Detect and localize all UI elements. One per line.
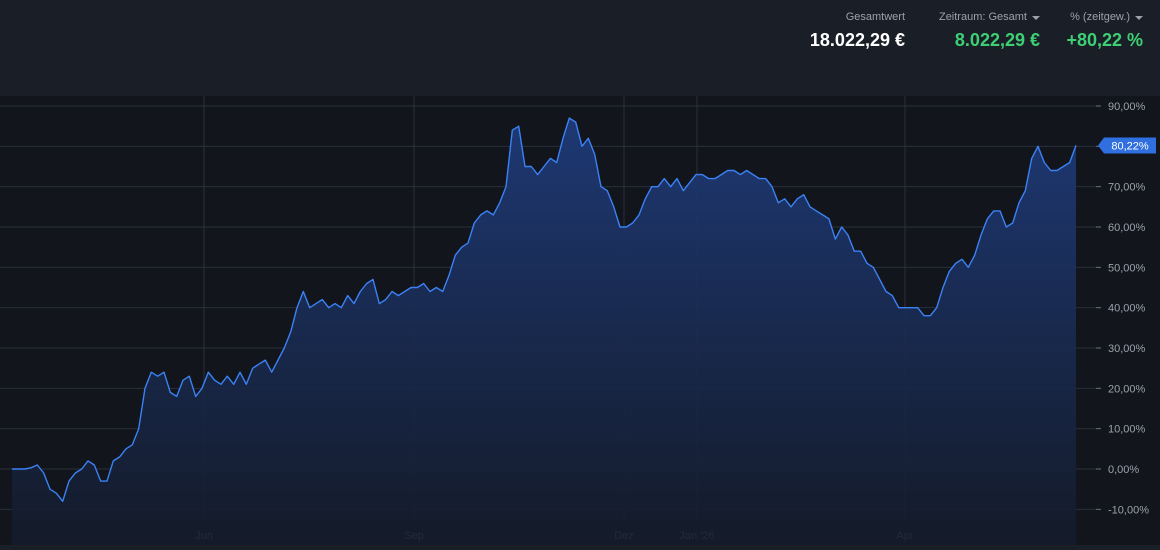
summary-header: Gesamtwert 18.022,29 € Zeitraum: Gesamt … [0, 0, 1160, 96]
current-value-badge: 80,22% [1098, 137, 1156, 154]
y-tick-label: -10,00% [1108, 504, 1149, 516]
period-dropdown[interactable]: Zeitraum: Gesamt [939, 11, 1040, 24]
period-value: 8.022,29 € [954, 30, 1040, 50]
y-tick-label: 30,00% [1108, 343, 1146, 355]
performance-chart[interactable]: 90,00%80,00%70,00%60,00%50,00%40,00%30,0… [0, 96, 1160, 545]
y-tick-label: 20,00% [1108, 383, 1146, 395]
percent-dropdown[interactable]: % (zeitgew.) [1066, 11, 1143, 24]
y-tick-label: 70,00% [1108, 182, 1146, 194]
percent-stat[interactable]: % (zeitgew.) +80,22 % [1066, 11, 1143, 51]
chart-svg[interactable]: 90,00%80,00%70,00%60,00%50,00%40,00%30,0… [0, 96, 1160, 545]
total-value: 18.022,29 € [809, 30, 905, 50]
period-label: Zeitraum: Gesamt [938, 11, 1027, 23]
percent-value: +80,22 % [1066, 30, 1143, 50]
y-tick-label: 10,00% [1108, 424, 1146, 436]
chevron-down-icon[interactable] [1135, 15, 1143, 20]
badge-label: 80,22% [1111, 140, 1149, 152]
y-tick-label: 40,00% [1108, 303, 1146, 315]
total-value-label: Gesamtwert [845, 11, 905, 23]
y-tick-label: 50,00% [1108, 262, 1146, 274]
period-stat[interactable]: Zeitraum: Gesamt 8.022,29 € [939, 11, 1040, 51]
chevron-down-icon[interactable] [1032, 15, 1040, 20]
area-fill [12, 118, 1076, 545]
percent-label: % (zeitgew.) [1070, 11, 1130, 23]
y-tick-label: 0,00% [1108, 464, 1139, 476]
y-tick-label: 60,00% [1108, 222, 1146, 234]
y-tick-label: 90,00% [1108, 101, 1146, 113]
total-value-stat: Gesamtwert 18.022,29 € [810, 11, 905, 51]
